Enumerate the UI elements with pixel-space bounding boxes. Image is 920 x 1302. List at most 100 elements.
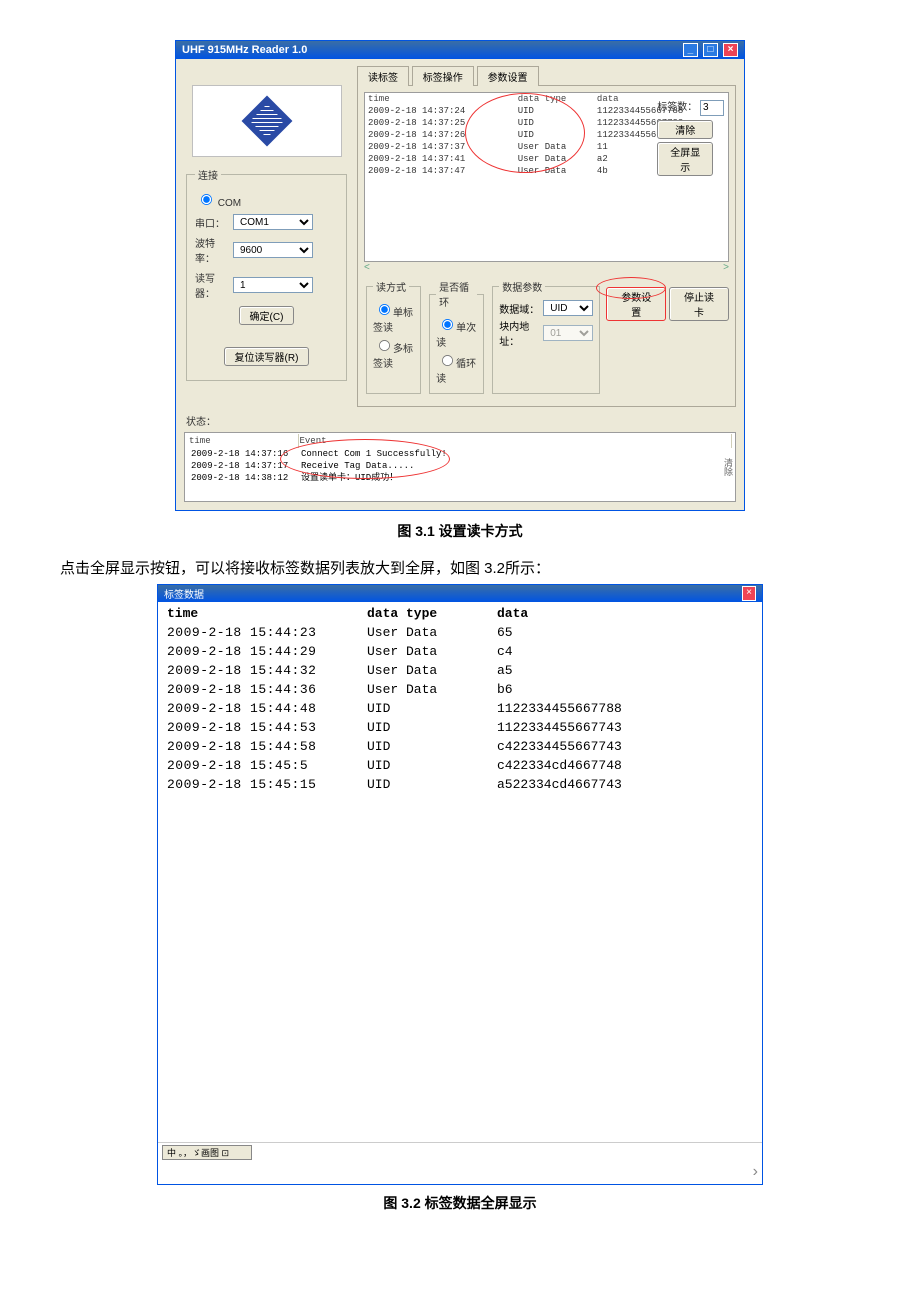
cell: UID (515, 129, 594, 141)
logo-image (192, 85, 342, 157)
baud-select[interactable]: 9600 (233, 242, 313, 258)
body-paragraph: 点击全屏显示按钮，可以将接收标签数据列表放大到全屏，如图 3.2所示： (60, 557, 860, 578)
connect-group: 连接 COM 串口： COM1 波特率： 9600 读写器： (186, 167, 347, 381)
cell: User Data (366, 642, 496, 661)
col-time: time (365, 93, 515, 105)
logo-diamond-icon (241, 96, 292, 147)
tab-tag-ops[interactable]: 标签操作 (412, 66, 474, 86)
col2-datatype: data type (366, 604, 496, 623)
cell: 2009-2-18 14:37:41 (365, 153, 515, 165)
cell: a522334cd4667743 (496, 775, 754, 794)
reset-reader-button[interactable]: 复位读写器(R) (224, 347, 310, 366)
cell: 1122334455667743 (496, 718, 754, 737)
titlebar2[interactable]: 标签数据 × (158, 585, 762, 602)
serial-select[interactable]: COM1 (233, 214, 313, 230)
confirm-button[interactable]: 确定(C) (239, 306, 295, 325)
status-label: 状态： (186, 417, 216, 428)
cell: 2009-2-18 15:44:58 (166, 737, 366, 756)
datafield-select[interactable]: UID (543, 300, 593, 316)
cell: 2009-2-18 15:44:53 (166, 718, 366, 737)
loop-radio[interactable] (442, 355, 453, 366)
serial-label: 串口： (195, 215, 233, 230)
cell: 2009-2-18 14:37:25 (365, 117, 515, 129)
data-params-group: 数据参数 数据域： UID 块内地址： 01 (492, 279, 600, 394)
cell: UID (366, 699, 496, 718)
tag-count-field[interactable] (700, 100, 724, 116)
single-tag-radio[interactable] (379, 304, 390, 315)
blockaddr-select[interactable]: 01 (543, 325, 593, 341)
cell: UID (515, 105, 594, 117)
data-params-legend: 数据参数 (499, 279, 545, 294)
baud-label: 波特率： (195, 235, 233, 265)
window2-title: 标签数据 (164, 586, 204, 601)
param-set-button[interactable]: 参数设置 (606, 287, 666, 321)
blockaddr-label: 块内地址： (499, 318, 543, 348)
scroll-left-icon[interactable]: < (364, 262, 370, 273)
once-radio[interactable] (442, 319, 453, 330)
tab-row: 读标签 标签操作 参数设置 (357, 65, 736, 85)
cell: User Data (366, 623, 496, 642)
col2-time: time (166, 604, 366, 623)
event-col-time: time (188, 434, 298, 448)
cell: 2009-2-18 15:44:48 (166, 699, 366, 718)
cell: UID (366, 756, 496, 775)
window2-footer: 中 。，ゞ画图 ⊡ (158, 1142, 762, 1162)
cell: 2009-2-18 14:37:26 (365, 129, 515, 141)
event-log-grid[interactable]: time Event 2009-2-18 14:37:16Connect Com… (184, 432, 736, 502)
cell: c422334cd4667748 (496, 756, 754, 775)
clear-button[interactable]: 清除 (657, 120, 713, 139)
loop-mode-legend: 是否循环 (436, 279, 477, 309)
figure-caption-3-1: 图 3.1 设置读卡方式 (60, 521, 860, 541)
fullscreen-grid[interactable]: time data type data 2009-2-18 15:44:23Us… (158, 602, 762, 1142)
read-mode-legend: 读方式 (373, 279, 409, 294)
cell: 2009-2-18 14:37:24 (365, 105, 515, 117)
cell: User Data (515, 153, 594, 165)
read-mode-group: 读方式 单标签读 多标签读 (366, 279, 421, 394)
cell: Receive Tag Data..... (298, 460, 732, 472)
tab-read-tags[interactable]: 读标签 (357, 66, 409, 86)
reader-select[interactable]: 1 (233, 277, 313, 293)
cell: 2009-2-18 14:37:17 (188, 460, 298, 472)
multi-tag-radio[interactable] (379, 340, 390, 351)
scroll-right-icon[interactable]: > (723, 262, 729, 273)
cell: UID (515, 117, 594, 129)
connect-legend: 连接 (195, 167, 221, 182)
titlebar[interactable]: UHF 915MHz Reader 1.0 _ □ × (176, 41, 744, 59)
cell: c4 (496, 642, 754, 661)
minimize-icon[interactable]: _ (683, 43, 698, 57)
fullscreen-button[interactable]: 全屏显示 (657, 142, 713, 176)
stop-read-button[interactable]: 停止读卡 (669, 287, 729, 321)
event-col-event: Event (298, 434, 732, 448)
cell: Connect Com 1 Successfully! (298, 448, 732, 460)
cell: 2009-2-18 15:44:36 (166, 680, 366, 699)
close-icon[interactable]: × (723, 43, 738, 57)
cell: b6 (496, 680, 754, 699)
loop-mode-group: 是否循环 单次读 循环读 (429, 279, 484, 394)
cell: 65 (496, 623, 754, 642)
fullscreen-data-window: 标签数据 × time data type data 2009-2-18 15:… (157, 584, 763, 1185)
scroll-right2-icon[interactable]: › (158, 1162, 762, 1184)
cell: User Data (366, 661, 496, 680)
cell: 2009-2-18 14:37:37 (365, 141, 515, 153)
cell: UID (366, 737, 496, 756)
app-title: UHF 915MHz Reader 1.0 (182, 44, 307, 56)
window-control-buttons: _ □ × (681, 43, 738, 57)
col-datatype: data type (515, 93, 594, 105)
figure-caption-3-2: 图 3.2 标签数据全屏显示 (60, 1193, 860, 1213)
cell: User Data (515, 165, 594, 177)
com-radio[interactable] (201, 194, 212, 205)
event-clear-label[interactable]: 清除 (721, 458, 733, 476)
cell: 2009-2-18 14:37:47 (365, 165, 515, 177)
maximize-icon[interactable]: □ (703, 43, 718, 57)
close2-icon[interactable]: × (742, 586, 756, 601)
cell: a5 (496, 661, 754, 680)
reader-label: 读写器： (195, 270, 233, 300)
cell: 1122334455667788 (496, 699, 754, 718)
ime-indicator[interactable]: 中 。，ゞ画图 ⊡ (162, 1145, 252, 1160)
tag-count-label: 标签数： (657, 102, 697, 113)
cell: 2009-2-18 15:44:32 (166, 661, 366, 680)
col2-data: data (496, 604, 754, 623)
tab-params[interactable]: 参数设置 (477, 66, 539, 86)
reader-main-window: UHF 915MHz Reader 1.0 _ □ × 连接 COM (175, 40, 745, 511)
cell: 2009-2-18 15:44:23 (166, 623, 366, 642)
